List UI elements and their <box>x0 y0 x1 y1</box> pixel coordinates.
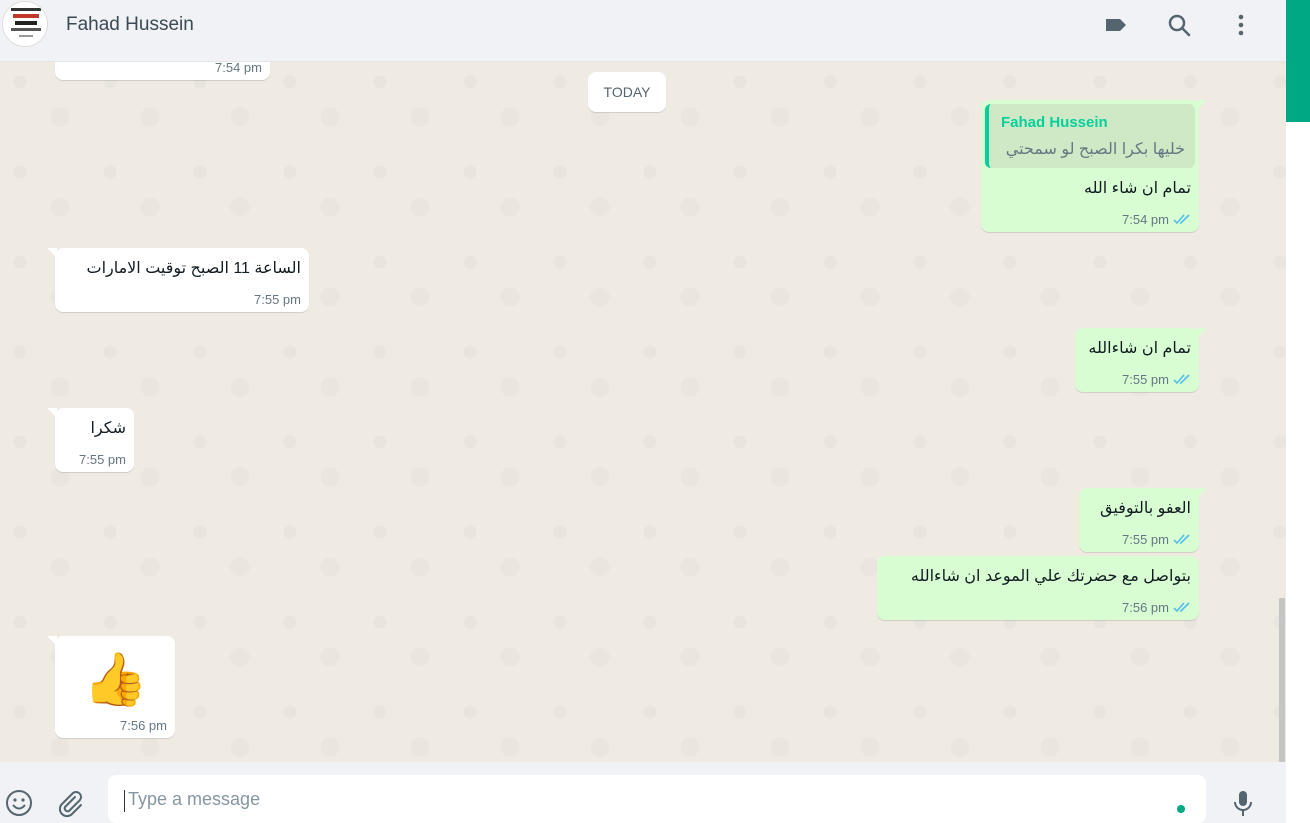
quoted-text: خليها بكرا الصبح لو سمحتي <box>1005 141 1185 158</box>
message-bubble-outgoing[interactable]: Fahad Hussein خليها بكرا الصبح لو سمحتي … <box>981 100 1207 232</box>
message-meta: 7:55 pm <box>1122 532 1191 547</box>
message-text: الساعة 11 الصبح توقيت الامارات <box>86 260 302 277</box>
text-caret <box>124 790 125 812</box>
more-menu-icon[interactable] <box>1228 12 1254 38</box>
message-time: 7:55 pm <box>1122 532 1169 547</box>
scrollbar-thumb[interactable] <box>1279 598 1285 762</box>
thumbs-up-emoji: 👍 <box>83 651 148 709</box>
attach-icon[interactable] <box>54 788 84 818</box>
message-text: بتواصل مع حضرتك علي الموعد ان شاءالله <box>910 568 1191 585</box>
message-meta: 7:55 pm <box>79 452 126 467</box>
message-text: تمام ان شاء الله <box>1083 180 1191 197</box>
emoji-icon[interactable] <box>4 788 34 818</box>
message-time: 7:55 pm <box>254 292 301 307</box>
status-dot <box>1177 805 1185 813</box>
quoted-author: Fahad Hussein <box>1001 114 1108 131</box>
message-bubble-incoming[interactable]: الساعة 11 الصبح توقيت الامارات 7:55 pm <box>47 248 309 312</box>
read-ticks-icon <box>1173 374 1190 385</box>
quoted-message[interactable]: Fahad Hussein خليها بكرا الصبح لو سمحتي <box>985 104 1195 168</box>
message-time: 7:56 pm <box>120 718 167 733</box>
compose-bar <box>0 762 1286 823</box>
message-bubble-outgoing[interactable]: تمام ان شاءالله 7:55 pm <box>1075 328 1207 392</box>
message-time: 7:55 pm <box>1122 372 1169 387</box>
date-divider: TODAY <box>588 72 666 112</box>
message-meta: 7:55 pm <box>1122 372 1191 387</box>
message-time: 7:54 pm <box>1122 212 1169 227</box>
message-meta: 7:56 pm <box>120 718 167 733</box>
read-ticks-icon <box>1173 602 1190 613</box>
message-bubble-incoming[interactable]: 7:54 pm <box>55 62 270 80</box>
message-text: شكرا <box>90 420 126 437</box>
read-ticks-icon <box>1173 534 1190 545</box>
message-time: 7:56 pm <box>1122 600 1169 615</box>
message-meta: 7:56 pm <box>1122 600 1191 615</box>
message-list[interactable]: 7:54 pm TODAY Fahad Hussein خليها بكرا ا… <box>0 62 1286 762</box>
message-meta: 7:55 pm <box>254 292 301 307</box>
chat-header: Fahad Hussein <box>0 0 1286 62</box>
microphone-icon[interactable] <box>1228 788 1258 818</box>
message-bubble-incoming[interactable]: 👍 7:56 pm <box>47 636 175 738</box>
contact-name[interactable]: Fahad Hussein <box>66 14 194 36</box>
message-bubble-outgoing[interactable]: بتواصل مع حضرتك علي الموعد ان شاءالله 7:… <box>877 556 1199 620</box>
read-ticks-icon <box>1173 214 1190 225</box>
message-time: 7:55 pm <box>79 452 126 467</box>
message-time: 7:54 pm <box>215 62 262 75</box>
message-bubble-outgoing[interactable]: العفو بالتوفيق 7:55 pm <box>1079 488 1207 552</box>
message-text: تمام ان شاءالله <box>1088 340 1191 357</box>
search-icon[interactable] <box>1166 12 1192 38</box>
side-rail <box>1286 0 1310 823</box>
message-text: العفو بالتوفيق <box>1100 500 1191 517</box>
label-icon[interactable] <box>1103 12 1129 38</box>
message-bubble-incoming[interactable]: شكرا 7:55 pm <box>47 408 134 472</box>
message-meta: 7:54 pm <box>1122 212 1191 227</box>
message-input[interactable] <box>108 775 1206 823</box>
contact-avatar[interactable] <box>2 1 48 47</box>
whatsapp-chat-window: Fahad Hussein 7:54 pm TODAY Fahad Hussei… <box>0 0 1310 823</box>
